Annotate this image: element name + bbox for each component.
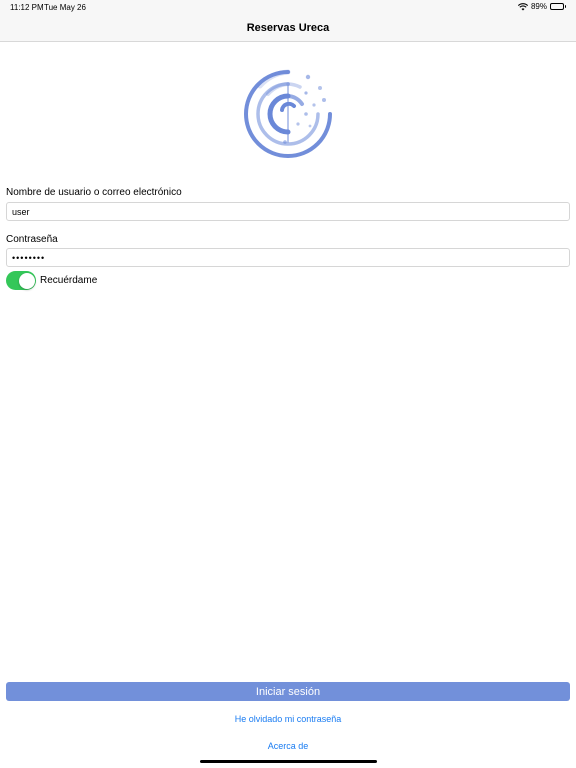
username-field[interactable] — [6, 202, 570, 221]
remember-me-label: Recuérdame — [40, 275, 98, 286]
login-screen: 11:12 PM Tue May 26 89% Reservas Ureca N… — [0, 0, 576, 768]
ureca-logo-icon — [238, 66, 338, 158]
toggle-knob — [18, 272, 35, 289]
status-time: 11:12 PM — [10, 3, 44, 12]
about-link[interactable]: Acerca de — [0, 741, 576, 751]
password-label: Contraseña — [6, 234, 58, 245]
page-title: Reservas Ureca — [246, 21, 330, 34]
battery-icon — [550, 3, 566, 10]
forgot-password-link[interactable]: He olvidado mi contraseña — [0, 714, 576, 724]
status-date: Tue May 26 — [44, 3, 86, 12]
status-right: 89% — [517, 2, 566, 11]
status-bar: 11:12 PM Tue May 26 89% — [0, 0, 576, 14]
username-label: Nombre de usuario o correo electrónico — [6, 187, 182, 198]
login-button[interactable]: Iniciar sesión — [6, 682, 570, 701]
navigation-bar: Reservas Ureca — [0, 14, 576, 42]
battery-percent: 89% — [530, 2, 547, 11]
wifi-icon — [517, 2, 528, 11]
password-field[interactable] — [6, 248, 570, 267]
home-indicator[interactable] — [200, 760, 377, 763]
remember-me-toggle[interactable] — [6, 271, 36, 290]
